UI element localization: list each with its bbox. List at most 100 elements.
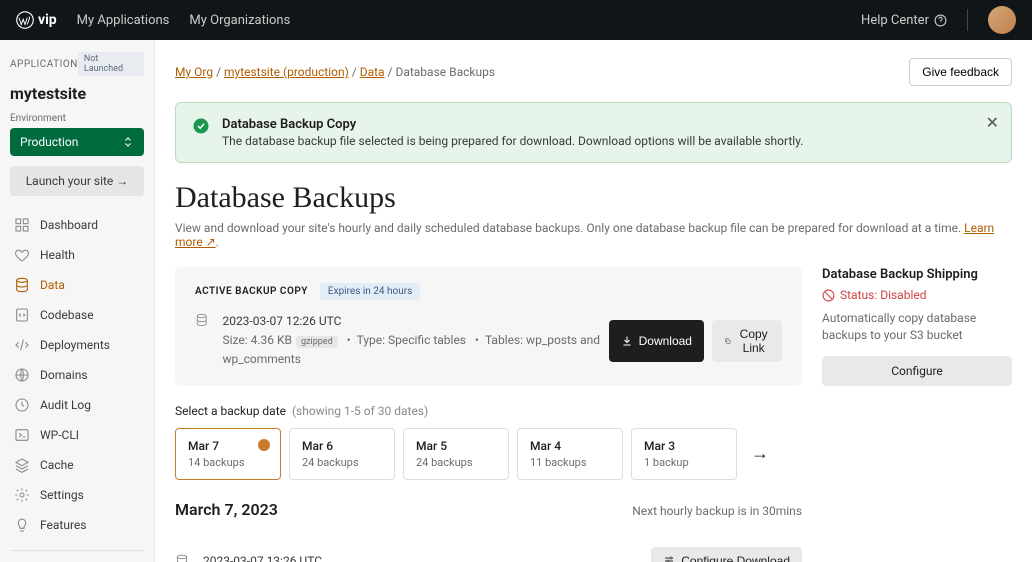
active-backup-copy-panel: ACTIVE BACKUP COPY Expires in 24 hours 2… (175, 267, 802, 386)
page-description: View and download your site's hourly and… (175, 221, 1012, 249)
sidebar-section-label: APPLICATION (10, 59, 78, 70)
date-card[interactable]: Mar 5 24 backups (403, 428, 509, 480)
help-icon (934, 14, 947, 27)
alert-close-button[interactable]: ✕ (986, 113, 999, 132)
breadcrumb-org[interactable]: My Org (175, 65, 213, 79)
check-icon (258, 439, 270, 451)
app-name: mytestsite (10, 84, 144, 103)
nav-my-organizations[interactable]: My Organizations (189, 13, 290, 28)
date-card-title: Mar 3 (644, 439, 724, 453)
sidebar-item-label: Domains (40, 368, 88, 382)
shipping-status: Status: Disabled (822, 288, 1012, 302)
sidebar-item-features[interactable]: Features (10, 510, 144, 540)
give-feedback-button[interactable]: Give feedback (909, 58, 1012, 86)
brand-logo[interactable]: vip (16, 11, 57, 29)
sidebar-item-health[interactable]: Health (10, 240, 144, 270)
globe-icon (14, 367, 30, 383)
clock-icon (14, 397, 30, 413)
topbar-right: Help Center (861, 6, 1016, 34)
backup-row: 2023-03-07 13:26 UTC Configure Download (175, 533, 802, 562)
date-card-title: Mar 6 (302, 439, 382, 453)
copy-link-button[interactable]: Copy Link (712, 320, 782, 362)
arrows-icon (14, 337, 30, 353)
active-copy-size: Size: 4.36 KB (222, 333, 292, 347)
code-file-icon (14, 307, 30, 323)
sidebar-item-label: Codebase (40, 308, 94, 322)
shipping-configure-button[interactable]: Configure (822, 356, 1012, 386)
disabled-icon (822, 289, 835, 302)
sidebar-item-wp-cli[interactable]: WP-CLI (10, 420, 144, 450)
sidebar: APPLICATION Not Launched mytestsite Envi… (0, 40, 155, 562)
heart-icon (14, 247, 30, 263)
check-circle-icon (192, 117, 210, 135)
sliders-icon (663, 555, 675, 562)
help-center-link[interactable]: Help Center (861, 13, 947, 28)
copy-link-label: Copy Link (737, 327, 770, 355)
sidebar-item-label: Health (40, 248, 75, 262)
sidebar-item-label: Audit Log (40, 398, 91, 412)
date-card-sub: 1 backup (644, 456, 724, 469)
date-card-sub: 11 backups (530, 456, 610, 469)
download-label: Download (639, 334, 692, 348)
active-copy-type: Type: Specific tables (357, 333, 466, 347)
sidebar-item-label: Cache (40, 458, 74, 472)
environment-value: Production (20, 135, 78, 149)
sidebar-item-label: Deployments (40, 338, 110, 352)
active-copy-timestamp: 2023-03-07 12:26 UTC (222, 312, 608, 331)
date-card-title: Mar 4 (530, 439, 610, 453)
launch-site-button[interactable]: Launch your site → (10, 166, 144, 196)
active-copy-meta: Size: 4.36 KBgzipped • Type: Specific ta… (222, 331, 608, 369)
date-card[interactable]: Mar 3 1 backup (631, 428, 737, 480)
backup-timestamp: 2023-03-07 13:26 UTC (203, 554, 322, 562)
database-icon (175, 554, 189, 562)
breadcrumb-section[interactable]: Data (360, 65, 385, 79)
launch-status-badge: Not Launched (78, 52, 144, 76)
breadcrumb: My Org / mytestsite (production) / Data … (175, 65, 495, 79)
shipping-desc: Automatically copy database backups to y… (822, 310, 1012, 344)
date-card-title: Mar 7 (188, 439, 268, 453)
download-button[interactable]: Download (609, 320, 704, 362)
date-card[interactable]: Mar 714 backups (175, 428, 281, 480)
page-desc-text: View and download your site's hourly and… (175, 221, 961, 235)
date-card[interactable]: Mar 4 11 backups (517, 428, 623, 480)
breadcrumb-app[interactable]: mytestsite (production) (224, 65, 349, 79)
main-top: My Org / mytestsite (production) / Data … (175, 58, 1012, 86)
topbar-divider (967, 9, 968, 31)
sidebar-item-label: Settings (40, 488, 84, 502)
topbar: vip My Applications My Organizations Hel… (0, 0, 1032, 40)
sidebar-header: APPLICATION Not Launched (10, 52, 144, 76)
sidebar-item-codebase[interactable]: Codebase (10, 300, 144, 330)
sidebar-item-settings[interactable]: Settings (10, 480, 144, 510)
date-picker: Mar 714 backupsMar 624 backups Mar 5 24 ba… (175, 428, 802, 480)
date-card[interactable]: Mar 624 backups (289, 428, 395, 480)
copy-icon (724, 335, 731, 347)
grid-icon (14, 217, 30, 233)
sidebar-item-cache[interactable]: Cache (10, 450, 144, 480)
user-avatar[interactable] (988, 6, 1016, 34)
date-card-title: Mar 5 (416, 439, 496, 453)
environment-label: Environment (10, 113, 144, 124)
database-icon (14, 277, 30, 293)
backup-date-title: March 7, 2023 (175, 500, 278, 519)
alert-title: Database Backup Copy (222, 117, 803, 132)
sidebar-item-audit-log[interactable]: Audit Log (10, 390, 144, 420)
database-icon (195, 312, 208, 328)
sidebar-item-data[interactable]: Data (10, 270, 144, 300)
page-title: Database Backups (175, 181, 1012, 215)
configure-download-button[interactable]: Configure Download (651, 547, 802, 562)
next-backup-info: Next hourly backup is in 30mins (632, 504, 802, 518)
breadcrumb-current: Database Backups (395, 65, 495, 79)
gear-icon (14, 487, 30, 503)
topbar-left: vip My Applications My Organizations (16, 11, 290, 29)
sidebar-item-domains[interactable]: Domains (10, 360, 144, 390)
nav-divider (10, 550, 144, 551)
bulb-icon (14, 517, 30, 533)
shipping-title: Database Backup Shipping (822, 267, 1012, 282)
nav-my-applications[interactable]: My Applications (77, 13, 170, 28)
date-card-sub: 24 backups (416, 456, 496, 469)
date-next-arrow[interactable]: → (745, 437, 775, 470)
sidebar-item-deployments[interactable]: Deployments (10, 330, 144, 360)
alert-text: The database backup file selected is bei… (222, 134, 803, 148)
environment-select[interactable]: Production (10, 128, 144, 156)
sidebar-item-dashboard[interactable]: Dashboard (10, 210, 144, 240)
